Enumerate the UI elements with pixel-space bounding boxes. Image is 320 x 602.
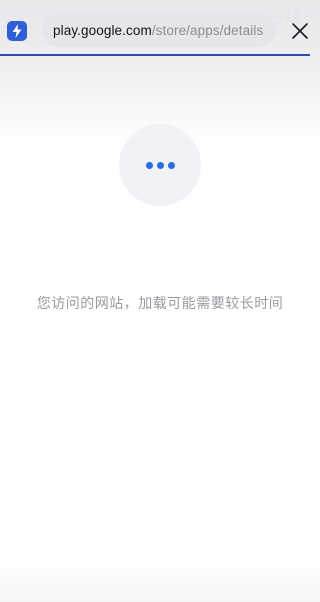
address-bar[interactable]: play.google.com/store/apps/details [42, 13, 276, 47]
close-icon[interactable] [289, 20, 311, 42]
url-text: play.google.com/store/apps/details [42, 23, 263, 38]
page-load-progress-line [0, 54, 310, 56]
loading-message: 您访问的网站，加载可能需要较长时间 [36, 296, 284, 312]
lightning-icon[interactable] [7, 21, 27, 41]
browser-top-bar: play.google.com/store/apps/details ちば [0, 0, 320, 56]
ellipsis-loading-icon [119, 124, 201, 206]
url-path: /store/apps/details [151, 22, 264, 38]
url-host: play.google.com [53, 22, 152, 38]
loading-dot [145, 161, 153, 169]
loading-dot [156, 161, 164, 169]
loading-dot [167, 161, 175, 169]
